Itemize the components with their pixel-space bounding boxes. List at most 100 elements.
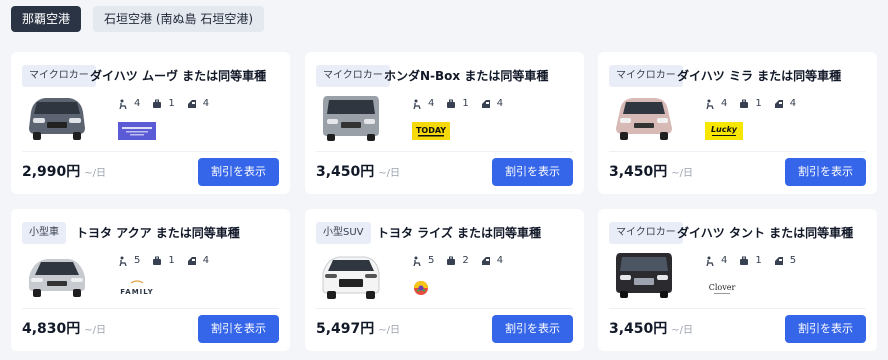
price-value: 5,497円 [316,321,375,337]
seat-icon [119,256,127,266]
rental-company-logo [118,120,158,142]
car-card[interactable]: マイクロカー ホンダN-Box または同等車種 4 1 4 TODAY 3,45… [305,52,584,194]
seat-icon [706,256,714,266]
door-count: 4 [202,98,210,109]
car-card[interactable]: マイクロカー ダイハツ ムーヴ または同等車種 4 1 4 2,990円 ~/日 … [11,52,290,194]
logo-today-text: TODAY [416,126,446,135]
airport-tabs: 那覇空港 石垣空港 (南ぬ島 石垣空港) [11,6,265,32]
rental-company-logo: FAMILY [118,277,158,299]
car-image [29,259,85,297]
bag-icon [153,99,162,108]
price-value: 3,450円 [609,321,668,337]
door-count: 4 [202,255,210,266]
card-divider [609,151,866,152]
seat-icon [119,99,127,109]
seat-icon [706,99,714,109]
door-count: 4 [496,255,504,266]
price-unit: ~/日 [84,168,107,179]
category-badge: マイクロカー [609,222,683,244]
price: 3,450円 ~/日 [316,162,400,184]
seat-count: 5 [428,255,435,266]
category-badge: マイクロカー [316,65,390,87]
car-image [323,96,379,141]
bag-count: 2 [462,255,469,266]
category-badge: 小型SUV [316,222,371,244]
show-discount-button[interactable]: 割引を表示 [785,315,866,343]
car-card[interactable]: マイクロカー ダイハツ タント または同等車種 4 1 5 Clover 3,4… [598,209,877,351]
show-discount-button[interactable]: 割引を表示 [198,158,279,186]
category-badge: マイクロカー [22,65,96,87]
bag-count: 1 [168,98,175,109]
seat-icon [413,99,421,109]
card-divider [22,151,279,152]
show-discount-button[interactable]: 割引を表示 [198,315,279,343]
seat-icon [413,256,421,266]
seat-count: 4 [721,255,728,266]
bag-count: 1 [462,98,469,109]
car-title: ダイハツ ムーヴ または同等車種 [90,69,267,83]
seat-count: 5 [134,255,141,266]
bag-icon [447,99,456,108]
category-badge: 小型車 [22,222,66,244]
category-badge: マイクロカー [609,65,683,87]
show-discount-button[interactable]: 割引を表示 [492,158,573,186]
bag-count: 1 [168,255,175,266]
rental-company-logo: Lucky [705,120,745,142]
tab-ishigaki-airport[interactable]: 石垣空港 (南ぬ島 石垣空港) [93,6,265,32]
door-icon [481,99,490,108]
car-title: ダイハツ ミラ または同等車種 [677,69,842,83]
price-unit: ~/日 [671,325,694,336]
car-image [616,253,672,298]
car-image [616,98,672,140]
door-icon [774,256,783,265]
bag-count: 1 [755,255,762,266]
show-discount-button[interactable]: 割引を表示 [492,315,573,343]
bag-icon [740,256,749,265]
seat-count: 4 [721,98,728,109]
bag-icon [447,256,456,265]
car-specs: 4 1 4 [118,98,209,109]
car-specs: 5 1 4 [118,255,209,266]
logo-lucky-text: Lucky [711,125,738,134]
rental-company-logo [412,277,452,299]
door-count: 4 [789,98,797,109]
card-divider [316,151,573,152]
door-icon [187,99,196,108]
bag-count: 1 [755,98,762,109]
price-unit: ~/日 [378,325,401,336]
car-title: トヨタ アクア または同等車種 [76,226,240,240]
price-unit: ~/日 [84,325,107,336]
tab-naha-airport[interactable]: 那覇空港 [11,6,82,32]
car-card[interactable]: マイクロカー ダイハツ ミラ または同等車種 4 1 4 Lucky 3,450… [598,52,877,194]
card-divider [22,308,279,309]
price: 3,450円 ~/日 [609,319,693,341]
door-icon [774,99,783,108]
seat-count: 4 [428,98,435,109]
car-specs: 4 1 4 [412,98,503,109]
car-image [29,98,85,140]
car-card[interactable]: 小型車 トヨタ アクア または同等車種 5 1 4 FAMILY 4,830円 ~… [11,209,290,351]
door-count: 5 [789,255,797,266]
car-card[interactable]: 小型SUV トヨタ ライズ または同等車種 5 2 4 5,497円 ~/日 割引… [305,209,584,351]
seat-count: 4 [134,98,141,109]
bag-icon [740,99,749,108]
car-specs: 5 2 4 [412,255,503,266]
price: 5,497円 ~/日 [316,319,400,341]
price-value: 4,830円 [22,321,81,337]
card-divider [609,308,866,309]
car-title: ホンダN-Box または同等車種 [384,69,549,83]
card-divider [316,308,573,309]
door-count: 4 [496,98,504,109]
car-title: ダイハツ タント または同等車種 [677,226,854,240]
car-title: トヨタ ライズ または同等車種 [377,226,541,240]
door-icon [481,256,490,265]
price-value: 3,450円 [609,164,668,180]
bag-icon [153,256,162,265]
price-value: 2,990円 [22,164,81,180]
car-image [322,256,380,299]
show-discount-button[interactable]: 割引を表示 [785,158,866,186]
door-icon [187,256,196,265]
logo-family-text: FAMILY [120,288,153,296]
price-value: 3,450円 [316,164,375,180]
logo-clover-text: Clover [709,283,736,292]
